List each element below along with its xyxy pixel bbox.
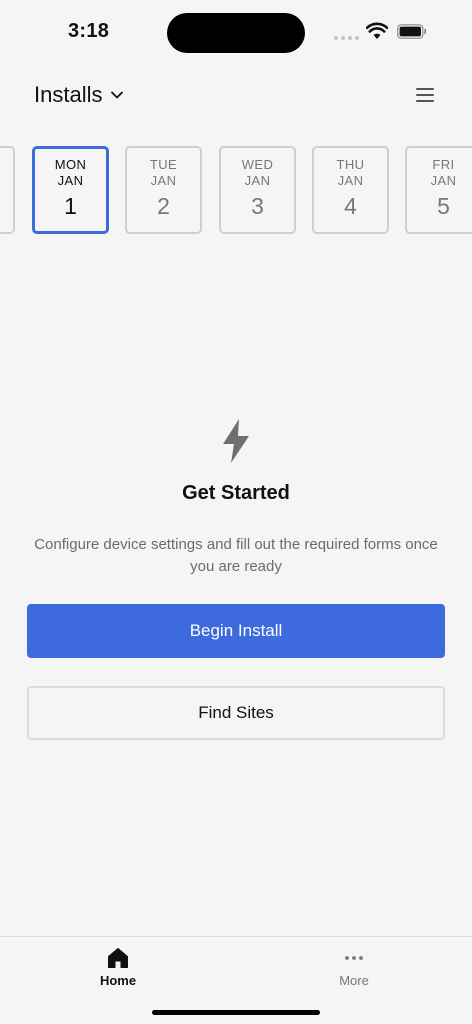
home-indicator bbox=[152, 1010, 320, 1015]
day-number: 4 bbox=[344, 193, 357, 219]
day-month: JAN bbox=[150, 173, 177, 188]
nav-more[interactable]: More bbox=[304, 947, 404, 988]
day-card-mon-jan-1[interactable]: MON JAN 1 bbox=[32, 146, 109, 234]
day-number: 3 bbox=[251, 193, 264, 219]
nav-home[interactable]: Home bbox=[68, 947, 168, 988]
battery-icon bbox=[397, 24, 427, 39]
day-month: JAN bbox=[337, 173, 364, 188]
day-card-previous[interactable] bbox=[0, 146, 15, 234]
day-weekday: TUE bbox=[149, 157, 178, 172]
day-weekday: WED bbox=[241, 157, 274, 172]
find-sites-button[interactable]: Find Sites bbox=[27, 686, 445, 740]
day-number: 2 bbox=[157, 193, 170, 219]
hamburger-menu-icon[interactable] bbox=[414, 86, 436, 104]
page-title: Installs bbox=[34, 82, 103, 107]
dynamic-island bbox=[167, 13, 305, 53]
day-card-thu-jan-4[interactable]: THU JAN 4 bbox=[312, 146, 389, 234]
begin-install-button[interactable]: Begin Install bbox=[27, 604, 445, 658]
day-weekday: MON bbox=[54, 157, 87, 172]
day-number: 5 bbox=[437, 193, 450, 219]
wifi-icon bbox=[366, 22, 388, 39]
day-card-tue-jan-2[interactable]: TUE JAN 2 bbox=[125, 146, 202, 234]
more-dots-icon bbox=[345, 956, 363, 960]
day-month: JAN bbox=[57, 173, 84, 188]
nav-more-label: More bbox=[339, 973, 369, 988]
day-card-wed-jan-3[interactable]: WED JAN 3 bbox=[219, 146, 296, 234]
installs-screen: 3:18 Installs MON JAN 1 TUE JAN 2 WED JA… bbox=[0, 0, 472, 1024]
empty-state-description: Configure device settings and fill out t… bbox=[34, 536, 438, 575]
day-month: JAN bbox=[244, 173, 271, 188]
day-number: 1 bbox=[64, 193, 77, 219]
home-icon bbox=[108, 948, 128, 968]
day-weekday: THU bbox=[336, 157, 365, 172]
lightning-bolt-icon bbox=[223, 419, 249, 463]
day-month: JAN bbox=[430, 173, 457, 188]
date-strip: MON JAN 1 TUE JAN 2 WED JAN 3 THU JAN 4 … bbox=[0, 146, 472, 236]
day-card-fri-jan-5[interactable]: FRI JAN 5 bbox=[405, 146, 472, 234]
status-time: 3:18 bbox=[68, 20, 110, 42]
empty-state-title: Get Started bbox=[182, 482, 290, 504]
cellular-signal-icon bbox=[334, 36, 359, 40]
day-weekday: FRI bbox=[432, 157, 455, 172]
nav-home-label: Home bbox=[99, 973, 137, 988]
installs-dropdown[interactable]: Installs bbox=[34, 82, 124, 108]
chevron-down-icon bbox=[111, 91, 124, 99]
